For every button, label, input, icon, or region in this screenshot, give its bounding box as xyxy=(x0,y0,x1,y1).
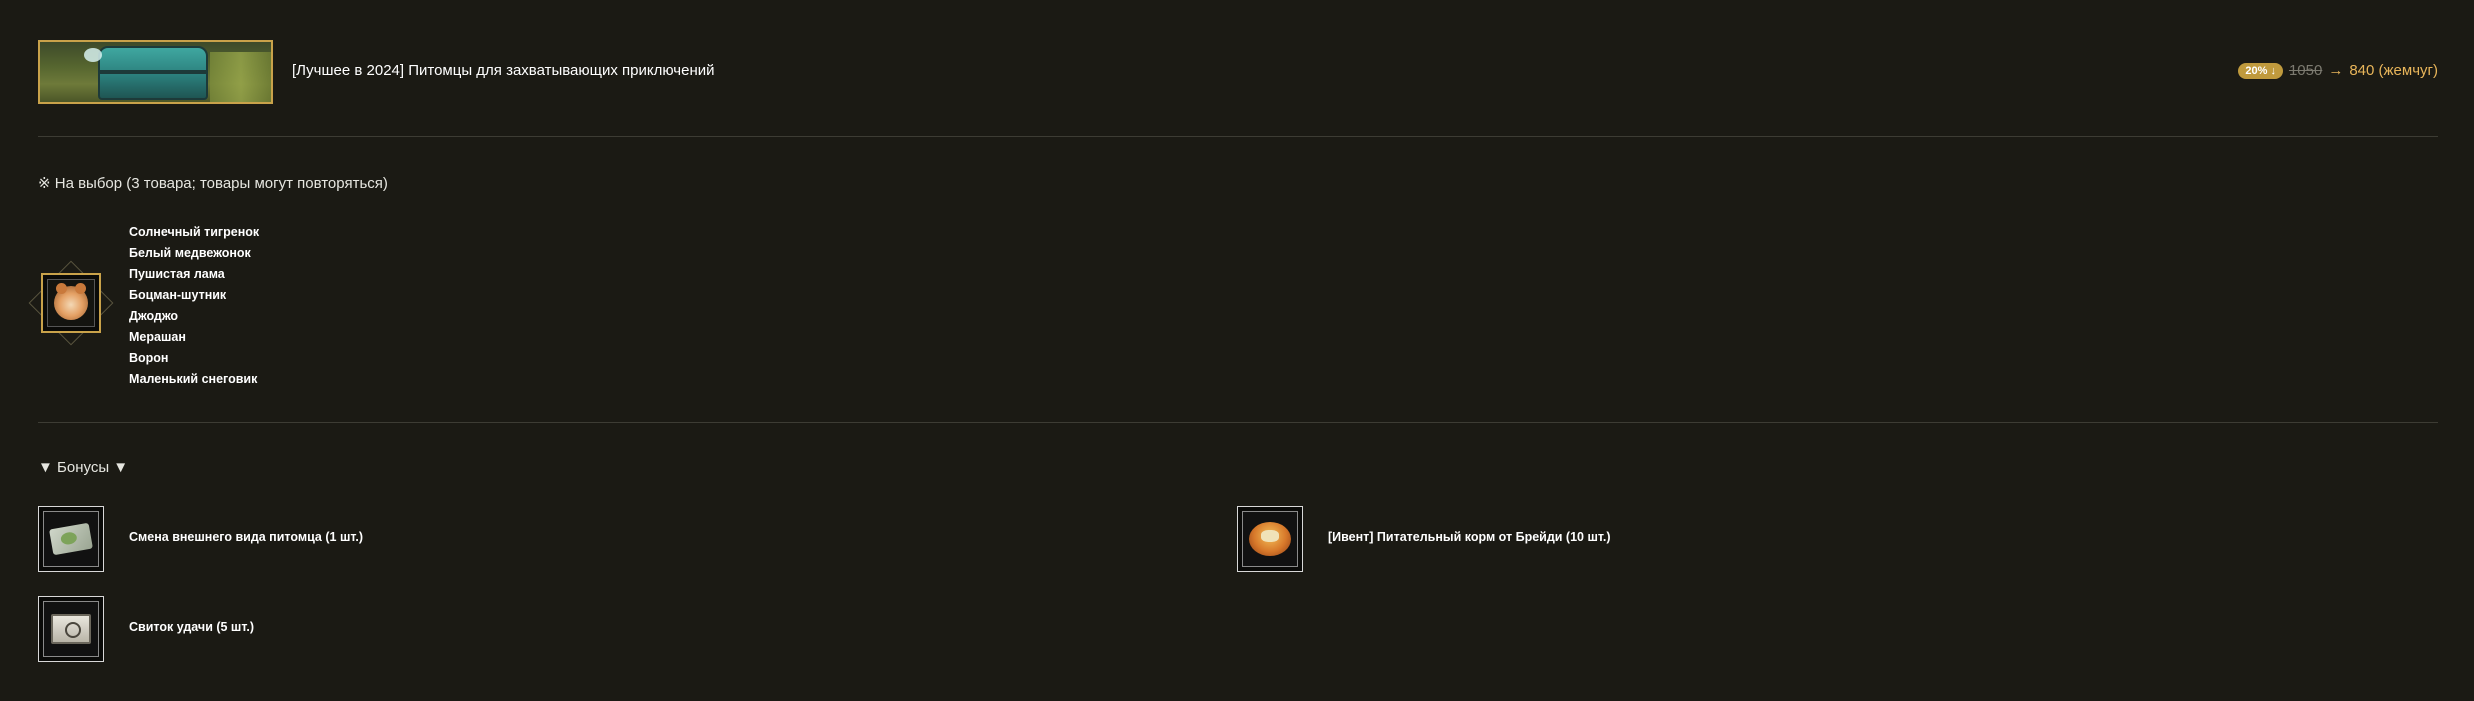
list-item: Мерашан xyxy=(129,330,186,344)
divider xyxy=(38,136,2438,137)
discount-badge: 20% ↓ xyxy=(2238,62,2283,79)
pet-icon xyxy=(41,273,101,333)
pet-food-icon xyxy=(1249,522,1291,556)
product-thumbnail[interactable] xyxy=(38,40,273,104)
product-title: [Лучшее в 2024] Питомцы для захватывающи… xyxy=(292,62,715,79)
bonus-label: Свиток удачи (5 шт.) xyxy=(129,620,255,634)
bonuses-label: ▼ Бонусы ▼ xyxy=(38,459,129,476)
paw-icon xyxy=(84,48,102,62)
list-item: Боцман-шутник xyxy=(129,288,227,302)
pet-choice-list: Солнечный тигренок Белый медвежонок Пуши… xyxy=(129,222,259,390)
chest-image xyxy=(98,46,208,100)
selection-label: ※ На выбор (3 товара; товары могут повто… xyxy=(38,175,388,192)
bonus-icon-frame[interactable] xyxy=(1237,506,1303,572)
price-block: 20% ↓ 1050 → 840 (жемчуг) xyxy=(2238,62,2438,79)
new-price: 840 (жемчуг) xyxy=(2349,62,2438,79)
tiger-cub-icon xyxy=(54,283,88,320)
bonus-item: Свиток удачи (5 шт.) xyxy=(38,596,638,662)
bonus-item: Смена внешнего вида питомца (1 шт.) xyxy=(38,506,638,572)
price-arrow: → xyxy=(2328,62,2344,79)
bonus-item: [Ивент] Питательный корм от Брейди (10 ш… xyxy=(1237,506,1837,572)
list-item: Солнечный тигренок xyxy=(129,225,260,239)
list-item: Джоджо xyxy=(129,309,179,323)
old-price: 1050 xyxy=(2288,62,2323,79)
thumbnail-grass xyxy=(210,52,271,102)
divider xyxy=(38,422,2438,423)
luck-scroll-icon xyxy=(51,614,91,644)
pet-icon-frame[interactable] xyxy=(28,260,114,346)
list-item: Маленький снеговик xyxy=(129,372,258,386)
bonus-icon-frame[interactable] xyxy=(38,506,104,572)
list-item: Белый медвежонок xyxy=(129,246,251,260)
product-header: [Лучшее в 2024] Питомцы для захватывающи… xyxy=(38,40,2438,104)
bonus-label: [Ивент] Питательный корм от Брейди (10 ш… xyxy=(1328,530,1611,544)
list-item: Ворон xyxy=(129,351,169,365)
list-item: Пушистая лама xyxy=(129,267,225,281)
appearance-ticket-icon xyxy=(49,522,93,556)
bonus-icon-frame[interactable] xyxy=(38,596,104,662)
bonus-label: Смена внешнего вида питомца (1 шт.) xyxy=(129,530,364,544)
